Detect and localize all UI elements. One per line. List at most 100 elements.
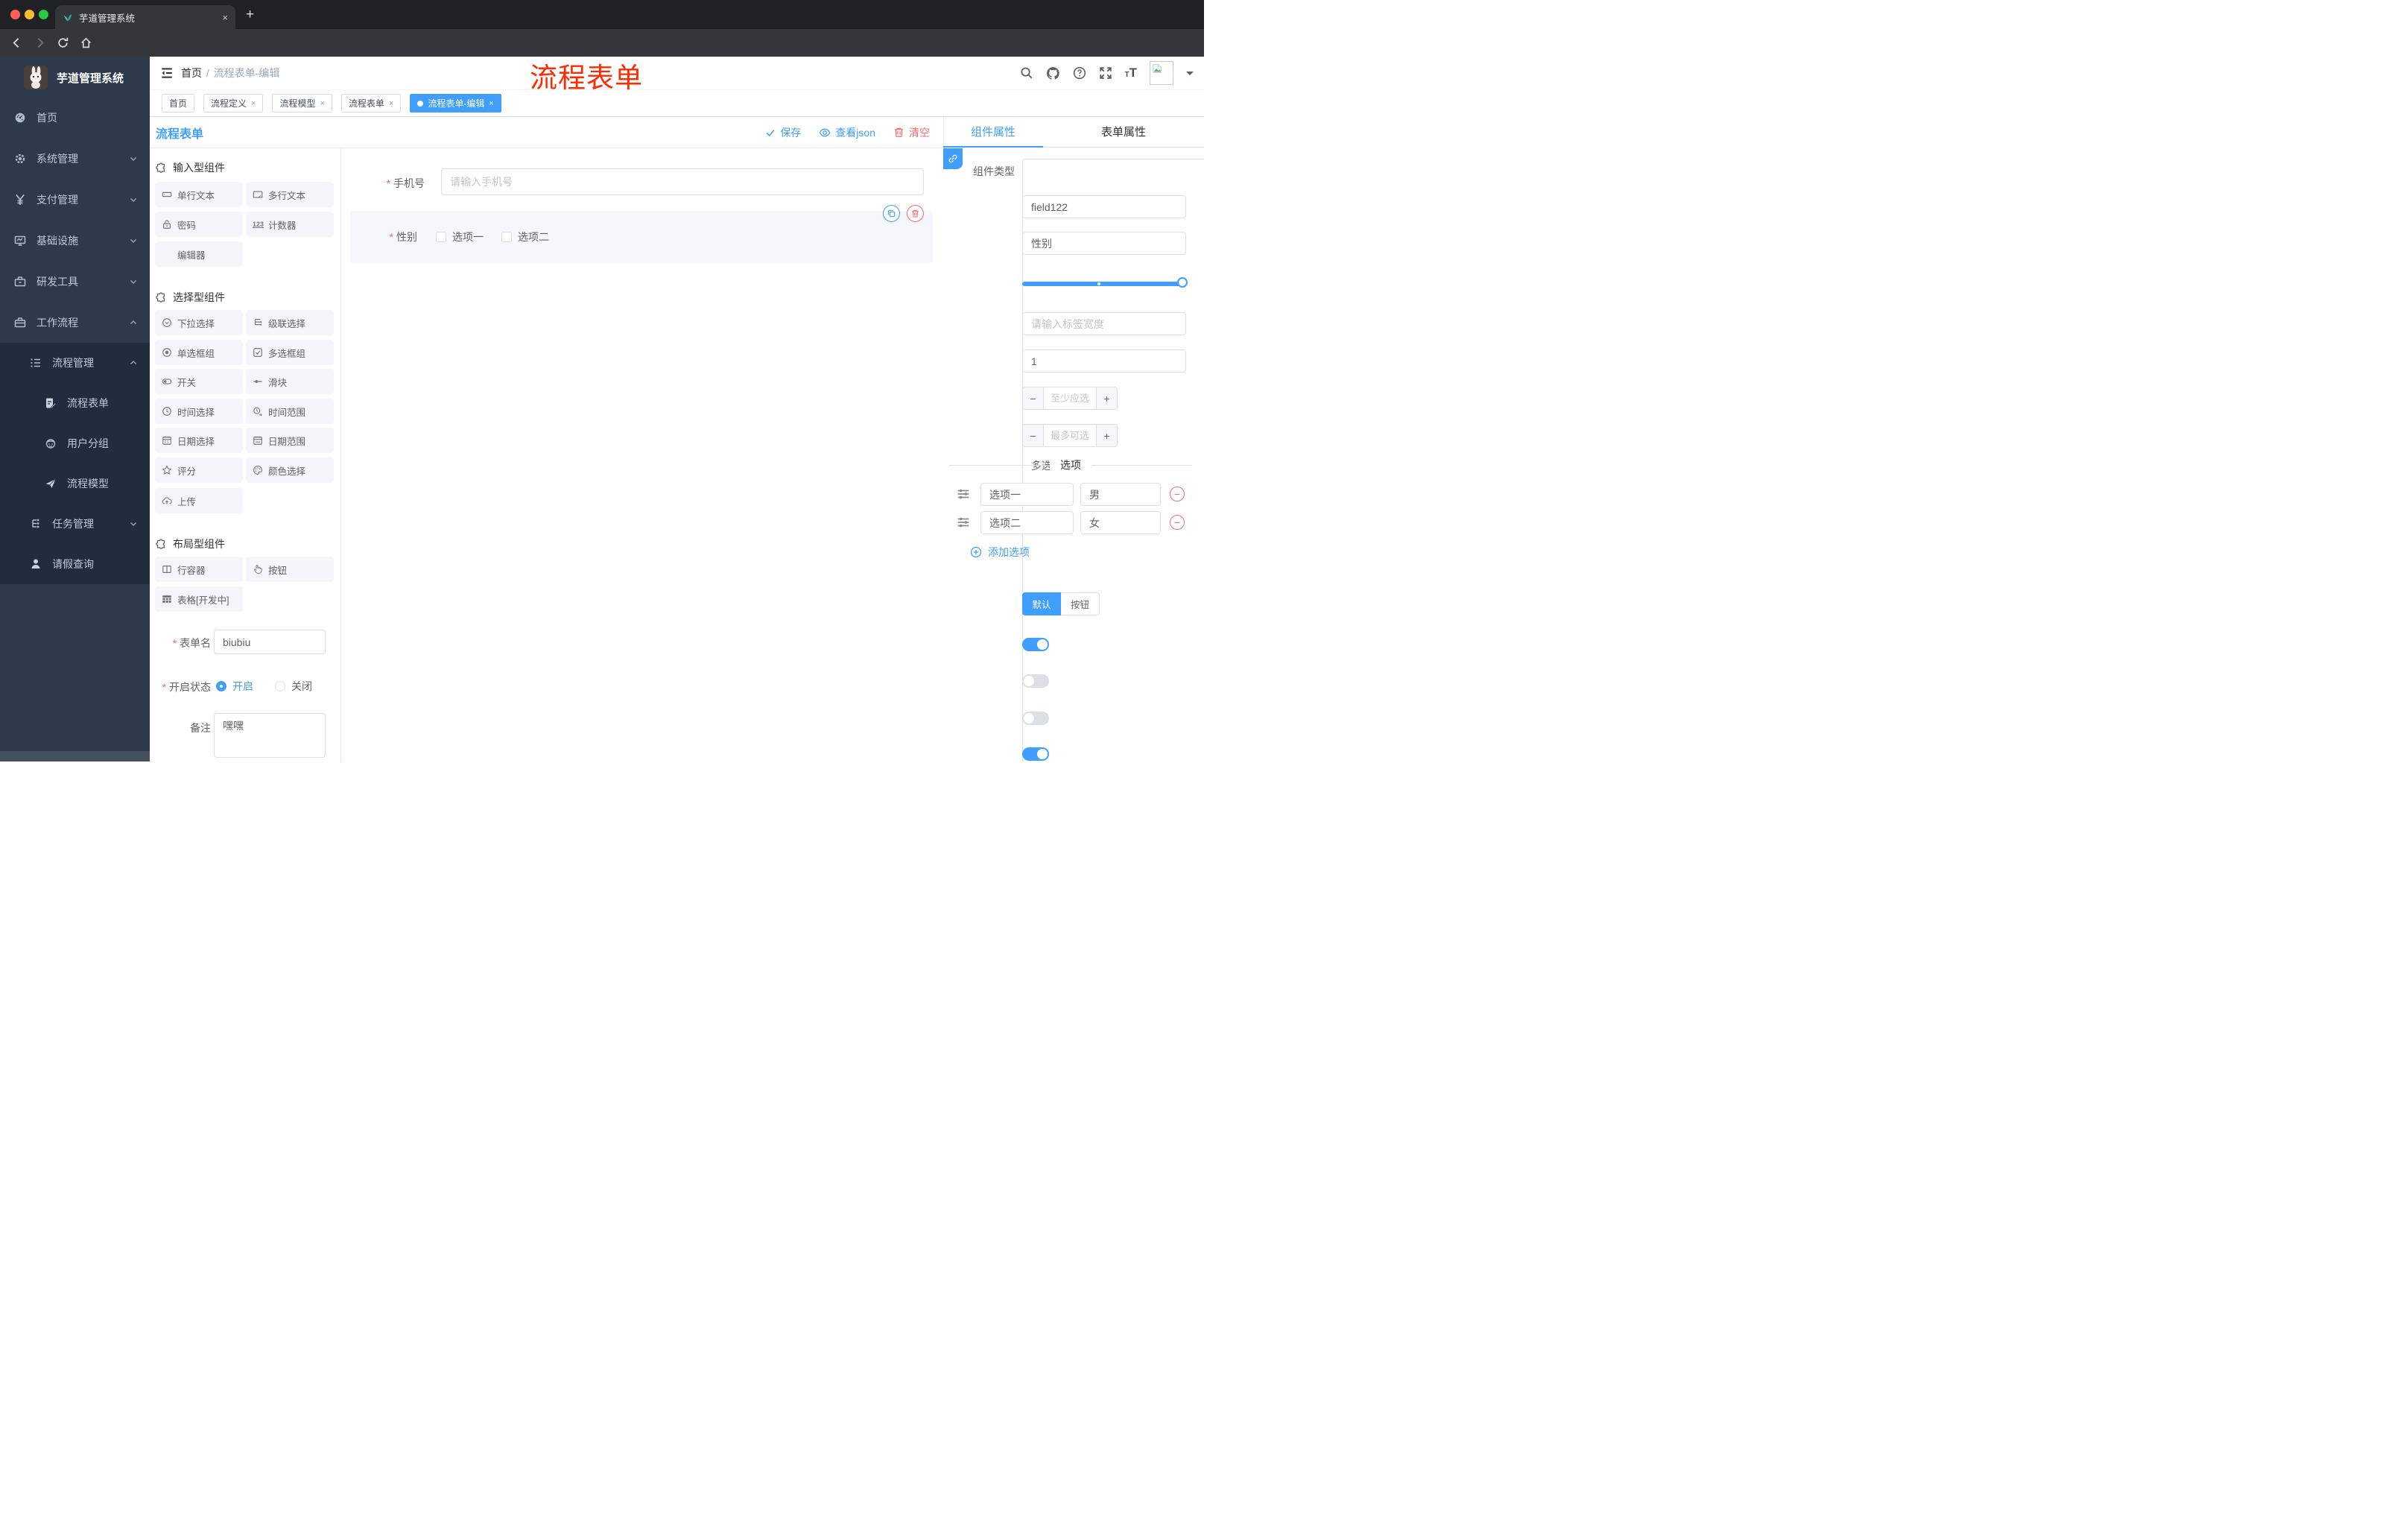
delete-component-button[interactable] (907, 205, 924, 222)
palette-item-counter[interactable]: 123 计数器 (246, 212, 334, 237)
tab-component-props[interactable]: 组件属性 (943, 117, 1043, 148)
palette-item-date-range[interactable]: 日期范围 (246, 428, 334, 453)
palette-item-checkbox-group[interactable]: 多选框组 (246, 340, 334, 365)
title-input[interactable] (1022, 232, 1186, 255)
palette-item-date-picker[interactable]: 日期选择 (155, 428, 243, 453)
browser-tab[interactable]: 芋道管理系统 × (55, 5, 235, 29)
minus-button[interactable]: − (1023, 387, 1044, 409)
palette-item-multi-text[interactable]: 多行文本 (246, 182, 334, 207)
sidebar-item-leave-query[interactable]: 请假查询 (0, 544, 150, 584)
label-width-input[interactable] (1022, 312, 1186, 335)
home-icon[interactable] (80, 37, 92, 49)
view-tab-home[interactable]: 首页 (162, 94, 195, 113)
palette-item-time-picker[interactable]: 时间选择 (155, 399, 243, 424)
option1-label-input[interactable] (980, 483, 1074, 506)
status-radio-on[interactable]: 开启 (216, 679, 253, 694)
copy-component-button[interactable] (883, 205, 900, 222)
help-icon[interactable] (1073, 66, 1086, 80)
tab-close-icon[interactable]: × (251, 99, 256, 108)
palette-item-editor[interactable]: 编辑器 (155, 241, 243, 267)
sidebar-item-infra[interactable]: 基础设施 (0, 220, 150, 261)
max-select-stepper[interactable]: − + (1022, 424, 1118, 447)
tab-close-icon[interactable]: × (489, 99, 493, 108)
option1-value-input[interactable] (1080, 483, 1161, 506)
option2-label-input[interactable] (980, 511, 1074, 534)
form-canvas[interactable]: 手机号 性别 选项一 选项二 (341, 148, 943, 762)
sidebar-item-system[interactable]: 系统管理 (0, 138, 150, 179)
gender-checkbox-option1[interactable]: 选项一 (436, 229, 484, 244)
search-icon[interactable] (1020, 66, 1033, 80)
disabled-toggle[interactable] (1022, 712, 1049, 725)
back-icon[interactable] (10, 37, 23, 49)
breadcrumb-home[interactable]: 首页 (181, 67, 202, 79)
sidebar-fold-icon[interactable] (160, 66, 174, 80)
status-radio-off[interactable]: 关闭 (275, 679, 312, 694)
traffic-light-close[interactable] (10, 10, 20, 19)
default-value-input[interactable] (1022, 349, 1186, 373)
palette-item-color-picker[interactable]: 颜色选择 (246, 457, 334, 483)
reload-icon[interactable] (57, 37, 69, 49)
palette-item-radio-group[interactable]: 单选框组 (155, 340, 243, 365)
view-json-button[interactable]: 查看json (819, 125, 875, 140)
sidebar-item-process-model[interactable]: 流程模型 (0, 463, 150, 504)
style-default-button[interactable]: 默认 (1022, 592, 1061, 615)
gender-checkbox-option2[interactable]: 选项二 (501, 229, 549, 244)
sidebar-item-home[interactable]: 首页 (0, 97, 150, 138)
view-tab-process-form-edit[interactable]: 流程表单-编辑 × (410, 94, 501, 113)
remove-option1-button[interactable]: − (1170, 487, 1185, 501)
sidebar-collapse-bar[interactable] (0, 751, 150, 762)
drag-handle-icon[interactable] (957, 516, 970, 529)
min-select-stepper[interactable]: − + (1022, 387, 1118, 410)
minus-button[interactable]: − (1023, 425, 1044, 446)
clear-button[interactable]: 清空 (893, 125, 930, 140)
palette-item-select[interactable]: 下拉选择 (155, 310, 243, 335)
view-tab-process-definition[interactable]: 流程定义 × (203, 94, 264, 113)
sidebar-logo[interactable]: 芋道管理系统 (0, 57, 150, 97)
palette-item-table[interactable]: 表格[开发中] (155, 586, 243, 612)
sidebar-item-payment[interactable]: 支付管理 (0, 179, 150, 220)
palette-item-row-container[interactable]: 行容器 (155, 557, 243, 582)
new-tab-button[interactable]: + (246, 7, 254, 23)
save-button[interactable]: 保存 (765, 125, 801, 140)
palette-item-single-text[interactable]: 单行文本 (155, 182, 243, 207)
palette-item-cascader[interactable]: 级联选择 (246, 310, 334, 335)
forward-icon[interactable] (34, 37, 46, 49)
view-tab-process-model[interactable]: 流程模型 × (272, 94, 332, 113)
palette-item-password[interactable]: 密码 (155, 212, 243, 237)
view-tab-process-form[interactable]: 流程表单 × (340, 94, 402, 113)
palette-item-switch[interactable]: 开关 (155, 369, 243, 394)
field-name-input[interactable] (1022, 195, 1186, 218)
add-option-button[interactable]: 添加选项 (970, 545, 1030, 560)
font-size-icon[interactable]: TT (1125, 66, 1138, 80)
palette-item-button[interactable]: 按钮 (246, 557, 334, 582)
tab-close-icon[interactable]: × (320, 99, 324, 108)
canvas-selected-component-gender[interactable]: 性别 选项一 选项二 (350, 205, 933, 263)
tab-form-props[interactable]: 表单属性 (1043, 117, 1204, 148)
sidebar-item-workflow[interactable]: 工作流程 (0, 302, 150, 343)
sidebar-item-process-mgmt[interactable]: 流程管理 (0, 343, 150, 383)
sidebar-item-task-mgmt[interactable]: 任务管理 (0, 504, 150, 544)
sidebar-item-user-group[interactable]: 用户分组 (0, 423, 150, 463)
form-remark-field[interactable]: 嘿嘿 (214, 713, 326, 758)
sidebar-item-process-form[interactable]: 流程表单 (0, 383, 150, 423)
palette-item-rate[interactable]: 评分 (155, 457, 243, 483)
style-button-button[interactable]: 按钮 (1061, 592, 1100, 615)
plus-button[interactable]: + (1096, 387, 1117, 409)
traffic-light-zoom[interactable] (39, 10, 48, 19)
avatar[interactable] (1150, 61, 1173, 85)
option2-value-input[interactable] (1080, 511, 1161, 534)
sidebar-item-devtools[interactable]: 研发工具 (0, 261, 150, 302)
border-toggle[interactable] (1022, 674, 1049, 688)
required-toggle[interactable] (1022, 747, 1049, 761)
canvas-phone-input[interactable] (441, 168, 924, 195)
palette-item-slider[interactable]: 滑块 (246, 369, 334, 394)
slider-handle[interactable] (1177, 277, 1188, 288)
avatar-dropdown-caret[interactable] (1186, 71, 1194, 79)
tab-close-icon[interactable]: × (389, 99, 393, 108)
fullscreen-icon[interactable] (1099, 66, 1112, 80)
tab-close-icon[interactable]: × (222, 12, 228, 23)
github-icon[interactable] (1046, 66, 1060, 80)
drag-handle-icon[interactable] (957, 487, 970, 501)
show-label-toggle[interactable] (1022, 638, 1049, 651)
traffic-light-minimize[interactable] (25, 10, 34, 19)
